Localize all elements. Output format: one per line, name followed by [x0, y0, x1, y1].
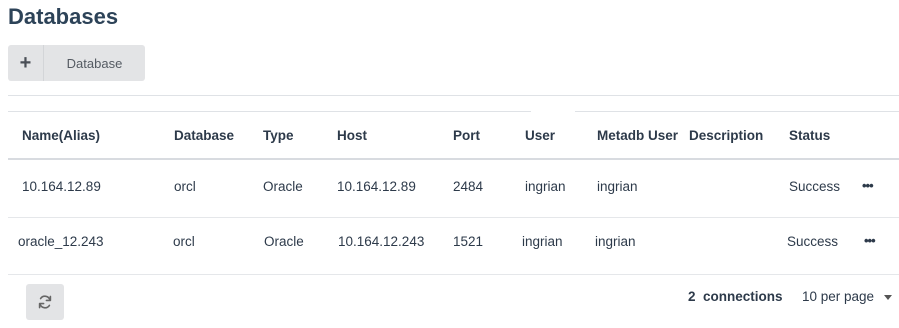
connection-count: 2 connections	[688, 289, 783, 304]
cell-host: 10.164.12.89	[337, 179, 416, 194]
more-icon[interactable]: •••	[864, 233, 876, 248]
cell-name: 10.164.12.89	[22, 179, 101, 194]
cell-database: orcl	[173, 234, 195, 249]
column-header-user[interactable]: User	[525, 128, 555, 143]
cell-type: Oracle	[264, 234, 304, 249]
more-icon[interactable]: •••	[862, 178, 874, 193]
row-divider	[8, 274, 899, 275]
cell-status: Success	[787, 234, 839, 249]
cell-database: orcl	[174, 179, 196, 194]
column-header-metadb-user[interactable]: Metadb User	[597, 128, 678, 143]
header-divider	[8, 158, 899, 160]
column-header-name[interactable]: Name(Alias)	[22, 128, 100, 143]
cell-port: 1521	[453, 234, 484, 249]
cell-name: oracle_12.243	[18, 234, 104, 249]
add-database-label: Database	[66, 55, 123, 71]
add-database-button[interactable]: + Database	[8, 45, 145, 81]
divider	[8, 95, 899, 96]
cell-status: Success	[789, 179, 841, 194]
column-header-database[interactable]: Database	[174, 128, 234, 143]
connection-count-label: connections	[703, 289, 783, 304]
column-header-host[interactable]: Host	[337, 128, 367, 143]
cell-metadb-user: ingrian	[595, 234, 636, 249]
cell-user: ingrian	[525, 179, 566, 194]
column-header-type[interactable]: Type	[263, 128, 294, 143]
cell-user: ingrian	[522, 234, 563, 249]
per-page-select[interactable]: 10 per page	[802, 289, 893, 304]
cell-type: Oracle	[263, 179, 303, 194]
divider	[575, 111, 899, 112]
refresh-button[interactable]	[26, 284, 64, 320]
row-divider	[8, 217, 899, 218]
column-header-port[interactable]: Port	[453, 128, 480, 143]
plus-icon: +	[8, 45, 44, 81]
refresh-icon	[38, 295, 52, 309]
per-page-value: 10 per page	[802, 289, 875, 304]
cell-metadb-user: ingrian	[597, 179, 638, 194]
column-header-status[interactable]: Status	[789, 128, 830, 143]
divider	[8, 111, 531, 112]
cell-host: 10.164.12.243	[338, 234, 425, 249]
column-header-description[interactable]: Description	[689, 128, 763, 143]
page-title: Databases	[8, 4, 119, 29]
cell-port: 2484	[453, 179, 484, 194]
caret-down-icon	[884, 294, 893, 300]
connection-count-value: 2	[688, 289, 696, 304]
